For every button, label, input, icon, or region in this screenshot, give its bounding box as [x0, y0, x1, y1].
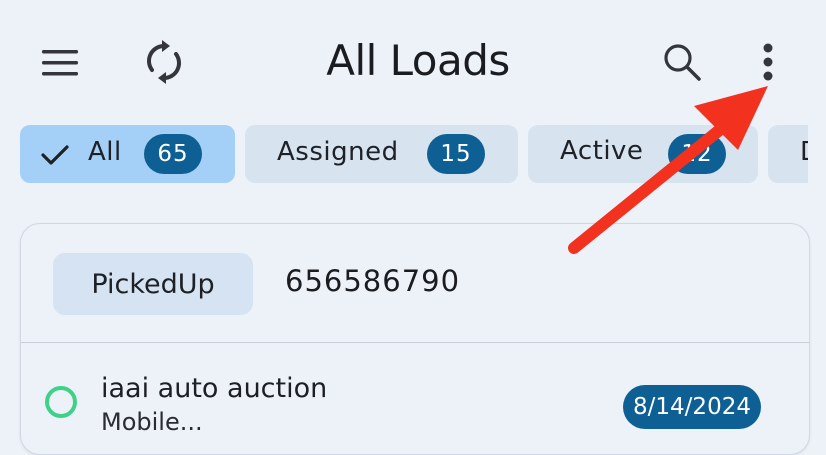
- card-divider: [21, 342, 809, 343]
- count-badge: 12: [668, 134, 726, 174]
- filter-chip-active[interactable]: Active 12: [528, 125, 758, 183]
- checkmark-icon: [41, 145, 69, 165]
- filter-chip-label: All: [88, 137, 122, 167]
- filter-chip-assigned[interactable]: Assigned 15: [245, 125, 518, 183]
- status-badge: PickedUp: [53, 253, 253, 315]
- filter-chip-label: Assigned: [277, 137, 399, 167]
- search-button[interactable]: [658, 38, 706, 86]
- more-vert-icon: [763, 43, 773, 81]
- filter-chip-label: Active: [560, 136, 644, 166]
- pickup-date-badge: 8/14/2024: [623, 385, 761, 429]
- count-badge: 65: [144, 134, 202, 174]
- load-card[interactable]: PickedUp 656586790 iaai auto auction Mob…: [20, 223, 810, 455]
- pickup-location-detail: Mobile...: [101, 408, 203, 436]
- filter-chip-partial[interactable]: D: [768, 125, 808, 183]
- count-badge: 15: [427, 134, 485, 174]
- load-number: 656586790: [285, 264, 461, 298]
- pickup-status-circle-icon: [45, 386, 77, 418]
- filter-chip-row: All 65 Assigned 15 Active 12 D: [0, 125, 808, 185]
- pickup-location-name: iaai auto auction: [101, 373, 328, 404]
- search-icon: [664, 44, 701, 81]
- filter-chip-label: D: [800, 137, 808, 167]
- filter-chip-all[interactable]: All 65: [20, 125, 235, 183]
- app-bar: All Loads All 65 Assigned 15 Active 12: [0, 0, 826, 205]
- more-options-button[interactable]: [748, 38, 788, 86]
